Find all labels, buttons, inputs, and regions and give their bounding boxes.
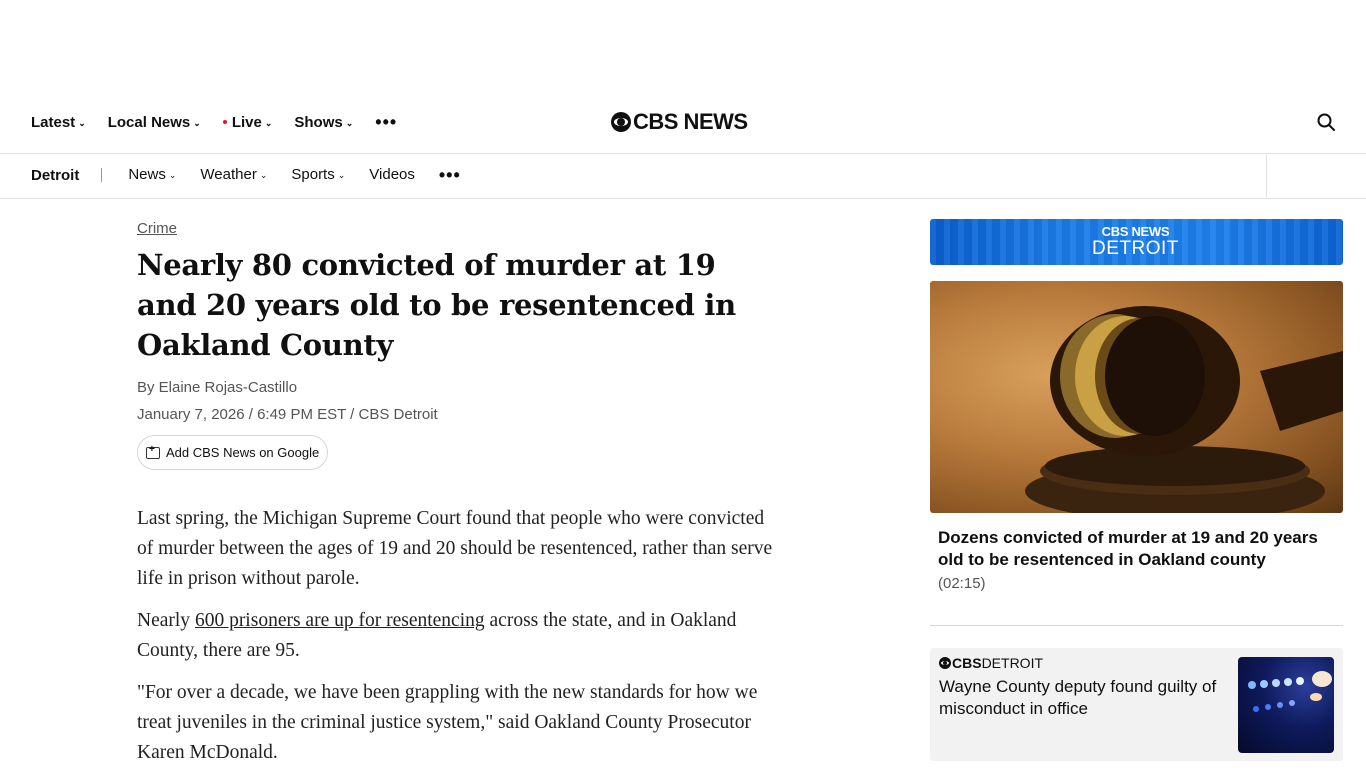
sub-nav-item-news[interactable]: News ⌄ <box>128 166 176 183</box>
divider <box>101 167 103 182</box>
more-icon[interactable]: ••• <box>375 113 397 131</box>
top-nav-left: Latest ⌄ Local News ⌄ Live ⌄ Shows ⌄ ••• <box>31 112 397 132</box>
chevron-down-icon: ⌄ <box>259 170 268 180</box>
add-on-google-button[interactable]: Add CBS News on Google <box>137 435 329 470</box>
chevron-down-icon: ⌄ <box>193 117 201 128</box>
live-dot-icon <box>222 120 227 124</box>
sub-nav-item-label: News <box>128 166 166 183</box>
chevron-down-icon: ⌄ <box>78 117 86 128</box>
sub-nav-left: Detroit News ⌄ Weather ⌄ Sports ⌄ Videos… <box>31 166 461 185</box>
related-story-card[interactable]: CBS DETROIT Wayne County deputy found gu… <box>930 648 1343 761</box>
story-source-bold: CBS <box>952 655 982 671</box>
chevron-down-icon: ⌄ <box>345 117 354 128</box>
nav-item-shows[interactable]: Shows ⌄ <box>294 112 353 132</box>
logo-text: CBS NEWS <box>633 109 748 134</box>
nav-item-label: Shows <box>294 113 343 131</box>
sidebar: CBS NEWS DETROIT Dozens convicted of mur… <box>930 219 1343 761</box>
dateline: January 7, 2026 / 6:49 PM EST / CBS Detr… <box>137 406 438 423</box>
cbs-eye-logo-icon <box>939 657 951 669</box>
video-title[interactable]: Dozens convicted of murder at 19 and 20 … <box>938 527 1335 571</box>
search-icon[interactable] <box>1316 112 1336 132</box>
article-paragraph: "For over a decade, we have been grappli… <box>137 682 758 763</box>
sub-nav-item-sports[interactable]: Sports ⌄ <box>291 166 345 183</box>
article: Crime Nearly 80 convicted of murder at 1… <box>137 220 777 768</box>
article-paragraph: Nearly 600 prisoners are up for resenten… <box>137 606 777 666</box>
banner-logo-bottom: DETROIT <box>1092 238 1179 259</box>
nav-item-local-news[interactable]: Local News ⌄ <box>108 112 201 132</box>
nav-item-latest[interactable]: Latest ⌄ <box>31 112 86 132</box>
category-link[interactable]: Crime <box>137 220 177 237</box>
chevron-down-icon: ⌄ <box>168 170 177 180</box>
top-nav: Latest ⌄ Local News ⌄ Live ⌄ Shows ⌄ •••… <box>0 100 1366 154</box>
sub-nav-item-label: Videos <box>369 166 415 183</box>
chevron-down-icon: ⌄ <box>337 170 346 180</box>
cbs-detroit-banner[interactable]: CBS NEWS DETROIT <box>930 219 1343 265</box>
banner-logo: CBS NEWS DETROIT <box>1092 225 1179 259</box>
paragraph-text: Nearly <box>137 610 195 631</box>
nav-item-label: Local News <box>107 113 191 131</box>
sub-nav-item-weather[interactable]: Weather ⌄ <box>200 166 267 183</box>
sub-nav-item-videos[interactable]: Videos <box>369 166 415 183</box>
sub-nav-item-label: Weather <box>200 166 257 183</box>
more-icon[interactable]: ••• <box>439 166 461 184</box>
article-headline: Nearly 80 convicted of murder at 19 and … <box>137 248 736 362</box>
sub-nav-brand[interactable]: Detroit <box>31 167 79 184</box>
cbs-eye-logo-icon <box>611 112 631 132</box>
banner-logo-top: CBS NEWS <box>1101 224 1170 239</box>
nav-item-label: Latest <box>31 113 76 131</box>
divider <box>930 625 1343 626</box>
cbs-news-logo[interactable]: CBS NEWS <box>611 109 748 134</box>
chevron-down-icon: ⌄ <box>264 117 273 128</box>
nav-item-live[interactable]: Live ⌄ <box>222 112 273 132</box>
resentencing-link[interactable]: 600 prisoners are up for resentencing <box>195 610 485 631</box>
article-paragraph: Last spring, the Michigan Supreme Court … <box>137 508 773 589</box>
sub-nav: Detroit News ⌄ Weather ⌄ Sports ⌄ Videos… <box>0 154 1366 199</box>
byline: By Elaine Rojas-Castillo <box>137 379 298 396</box>
story-source: CBS DETROIT <box>939 655 1043 671</box>
video-card[interactable]: Dozens convicted of murder at 19 and 20 … <box>930 281 1343 592</box>
gavel-video-thumbnail[interactable] <box>930 281 1343 513</box>
story-title[interactable]: Wayne County deputy found guilty of misc… <box>939 676 1229 720</box>
add-on-google-label: Add CBS News on Google <box>166 445 320 460</box>
google-add-icon <box>146 444 160 459</box>
story-source-rest: DETROIT <box>981 655 1044 671</box>
sub-nav-item-label: Sports <box>291 166 335 183</box>
nav-item-label: Live <box>231 113 262 131</box>
story-thumbnail[interactable] <box>1238 657 1334 753</box>
video-duration: (02:15) <box>938 575 986 592</box>
divider <box>1266 154 1267 199</box>
